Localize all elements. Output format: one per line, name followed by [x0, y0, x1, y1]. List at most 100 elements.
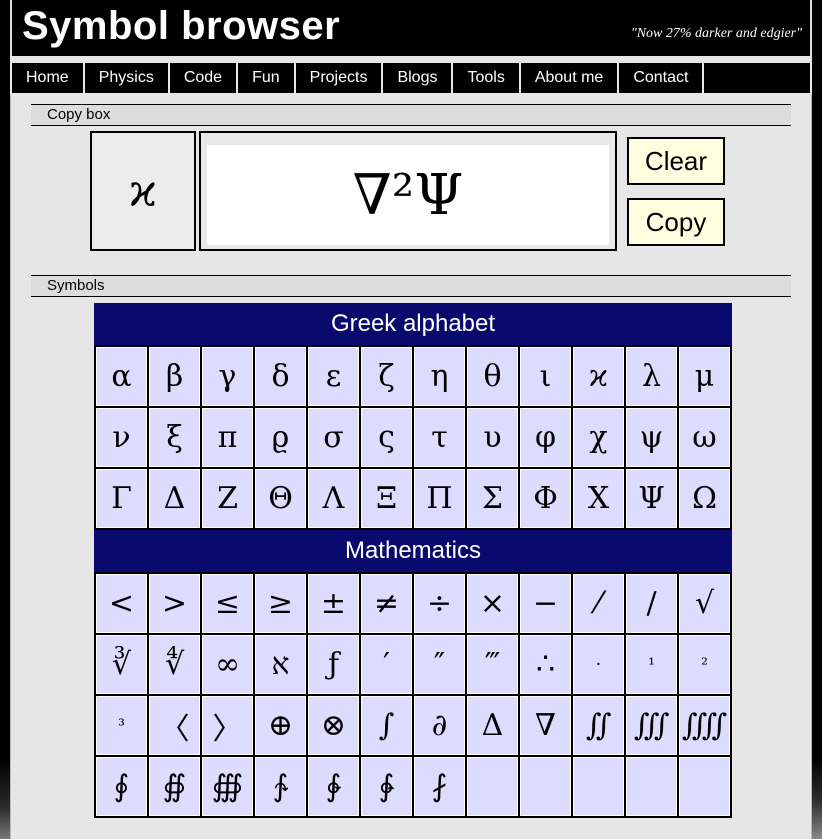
nav-tools[interactable]: Tools — [453, 63, 521, 93]
symbol-button[interactable]: 〈 — [149, 696, 200, 755]
symbol-button[interactable]: ∭ — [626, 696, 677, 755]
symbol-button[interactable]: ∜ — [149, 635, 200, 694]
symbol-button[interactable]: Δ — [149, 469, 200, 528]
symbol-button[interactable]: γ — [202, 347, 253, 406]
nav-projects[interactable]: Projects — [296, 63, 384, 93]
nav-code[interactable]: Code — [170, 63, 239, 93]
symbol-button[interactable]: ς — [361, 408, 412, 467]
symbol-button[interactable]: ⊗ — [308, 696, 359, 755]
symbol-button[interactable]: ∳ — [361, 757, 412, 816]
symbol-button[interactable]: ± — [308, 574, 359, 633]
copy-text-field[interactable] — [207, 145, 609, 245]
symbol-button[interactable]: χ — [573, 408, 624, 467]
symbol-button[interactable]: ∱ — [255, 757, 306, 816]
symbol-button[interactable]: ⨌ — [679, 696, 730, 755]
symbol-button[interactable]: ∴ — [520, 635, 571, 694]
page: Symbol browser "Now 27% darker and edgie… — [10, 0, 812, 839]
symbol-button[interactable]: η — [414, 347, 465, 406]
symbol-button[interactable]: ε — [308, 347, 359, 406]
symbol-button[interactable]: Λ — [308, 469, 359, 528]
symbol-button[interactable]: ∇ — [520, 696, 571, 755]
symbol-button[interactable]: ∞ — [202, 635, 253, 694]
symbol-button[interactable]: ′ — [361, 635, 412, 694]
symbol-button[interactable]: σ — [308, 408, 359, 467]
symbol-button[interactable]: Ξ — [361, 469, 412, 528]
symbol-button[interactable]: ∯ — [149, 757, 200, 816]
symbol-button[interactable]: ϱ — [255, 408, 306, 467]
symbol-button[interactable]: ≠ — [361, 574, 412, 633]
clear-button[interactable]: Clear — [627, 137, 725, 185]
symbol-button[interactable]: > — [149, 574, 200, 633]
nav-home[interactable]: Home — [12, 63, 85, 93]
site-tagline: "Now 27% darker and edgier" — [630, 26, 802, 41]
symbol-button[interactable]: ⨏ — [414, 757, 465, 816]
symbol-button[interactable]: ″ — [414, 635, 465, 694]
symbol-button[interactable]: ∲ — [308, 757, 359, 816]
symbol-button[interactable]: μ — [679, 347, 730, 406]
symbol-button[interactable]: φ — [520, 408, 571, 467]
symbol-button[interactable]: θ — [467, 347, 518, 406]
symbol-button[interactable]: ≤ — [202, 574, 253, 633]
symbol-button[interactable]: ∬ — [573, 696, 624, 755]
symbol-button[interactable]: ∂ — [414, 696, 465, 755]
symbol-button[interactable]: 〉 — [202, 696, 253, 755]
symbol-button[interactable]: ÷ — [414, 574, 465, 633]
symbol-button[interactable]: · — [573, 635, 624, 694]
symbol-button[interactable]: τ — [414, 408, 465, 467]
symbol-button[interactable]: < — [96, 574, 147, 633]
nav-blogs[interactable]: Blogs — [383, 63, 454, 93]
symbol-button[interactable]: ω — [679, 408, 730, 467]
symbol-button[interactable]: ³ — [96, 696, 147, 755]
symbol-button[interactable]: − — [520, 574, 571, 633]
symbol-button[interactable]: Π — [414, 469, 465, 528]
symbol-button[interactable]: ξ — [149, 408, 200, 467]
symbol-button[interactable]: ∕ — [626, 574, 677, 633]
symbol-button[interactable]: π — [202, 408, 253, 467]
symbol-button[interactable]: Σ — [467, 469, 518, 528]
symbol-button[interactable]: ⁄ — [573, 574, 624, 633]
symbol-button[interactable]: Θ — [255, 469, 306, 528]
symbol-grid: < > ≤ ≥ ± ≠ ÷ × − ⁄ ∕ √ ∛ ∜ ∞ א ƒ ′ ″ ‴ ∴ · ¹ ² ³ 〈〉 ⊕ ⊗ ∫ ∂ Δ ∇ ∬ ∭ ⨌ ∮ ∯ ∰ ∱… — [94, 572, 732, 818]
symbol-button[interactable]: ⊕ — [255, 696, 306, 755]
symbol-button[interactable]: ∮ — [96, 757, 147, 816]
symbol-button[interactable]: ψ — [626, 408, 677, 467]
symbol-button[interactable]: ∰ — [202, 757, 253, 816]
symbol-button[interactable]: Ψ — [626, 469, 677, 528]
nav-bar: Home Physics Code Fun Projects Blogs Tools Abou… — [12, 63, 810, 93]
category-header: Mathematics — [94, 530, 732, 572]
symbol-button[interactable]: ƒ — [308, 635, 359, 694]
symbol-button[interactable]: ν — [96, 408, 147, 467]
symbol-button[interactable]: Γ — [96, 469, 147, 528]
symbol-button[interactable]: β — [149, 347, 200, 406]
symbol-button[interactable]: ∫ — [361, 696, 412, 755]
symbol-button[interactable]: ι — [520, 347, 571, 406]
symbol-button[interactable]: Χ — [573, 469, 624, 528]
symbol-button[interactable]: א — [255, 635, 306, 694]
symbol-button[interactable]: ² — [679, 635, 730, 694]
nav-fun[interactable]: Fun — [238, 63, 296, 93]
symbol-button[interactable]: Δ — [467, 696, 518, 755]
symbol-button[interactable]: α — [96, 347, 147, 406]
nav-contact[interactable]: Contact — [619, 63, 705, 93]
symbol-button[interactable]: λ — [626, 347, 677, 406]
symbol-button[interactable]: ϰ — [573, 347, 624, 406]
nav-physics[interactable]: Physics — [85, 63, 170, 93]
symbol-button[interactable]: ζ — [361, 347, 412, 406]
symbol-button[interactable]: ‴ — [467, 635, 518, 694]
symbol-button[interactable]: Φ — [520, 469, 571, 528]
symbol-button[interactable]: υ — [467, 408, 518, 467]
symbol-button[interactable]: √ — [679, 574, 730, 633]
empty-symbol-cell — [520, 757, 571, 816]
symbol-button[interactable]: Ζ — [202, 469, 253, 528]
symbol-button[interactable]: δ — [255, 347, 306, 406]
current-symbol-preview: ϰ — [90, 131, 196, 251]
copy-button[interactable]: Copy — [627, 198, 725, 246]
symbol-button[interactable]: Ω — [679, 469, 730, 528]
symbol-button[interactable]: ¹ — [626, 635, 677, 694]
symbol-button[interactable]: × — [467, 574, 518, 633]
symbol-button[interactable]: ≥ — [255, 574, 306, 633]
symbols-panel: Greek alphabet α β γ δ ε ζ η θ ι ϰ λ μ ν ξ π ϱ σ ς τ υ φ χ ψ ω Γ Δ… — [94, 303, 732, 818]
main-nav: Home Physics Code Fun Projects Blogs Tools Abou… — [10, 56, 812, 95]
symbol-button[interactable]: ∛ — [96, 635, 147, 694]
nav-about-me[interactable]: About me — [521, 63, 620, 93]
